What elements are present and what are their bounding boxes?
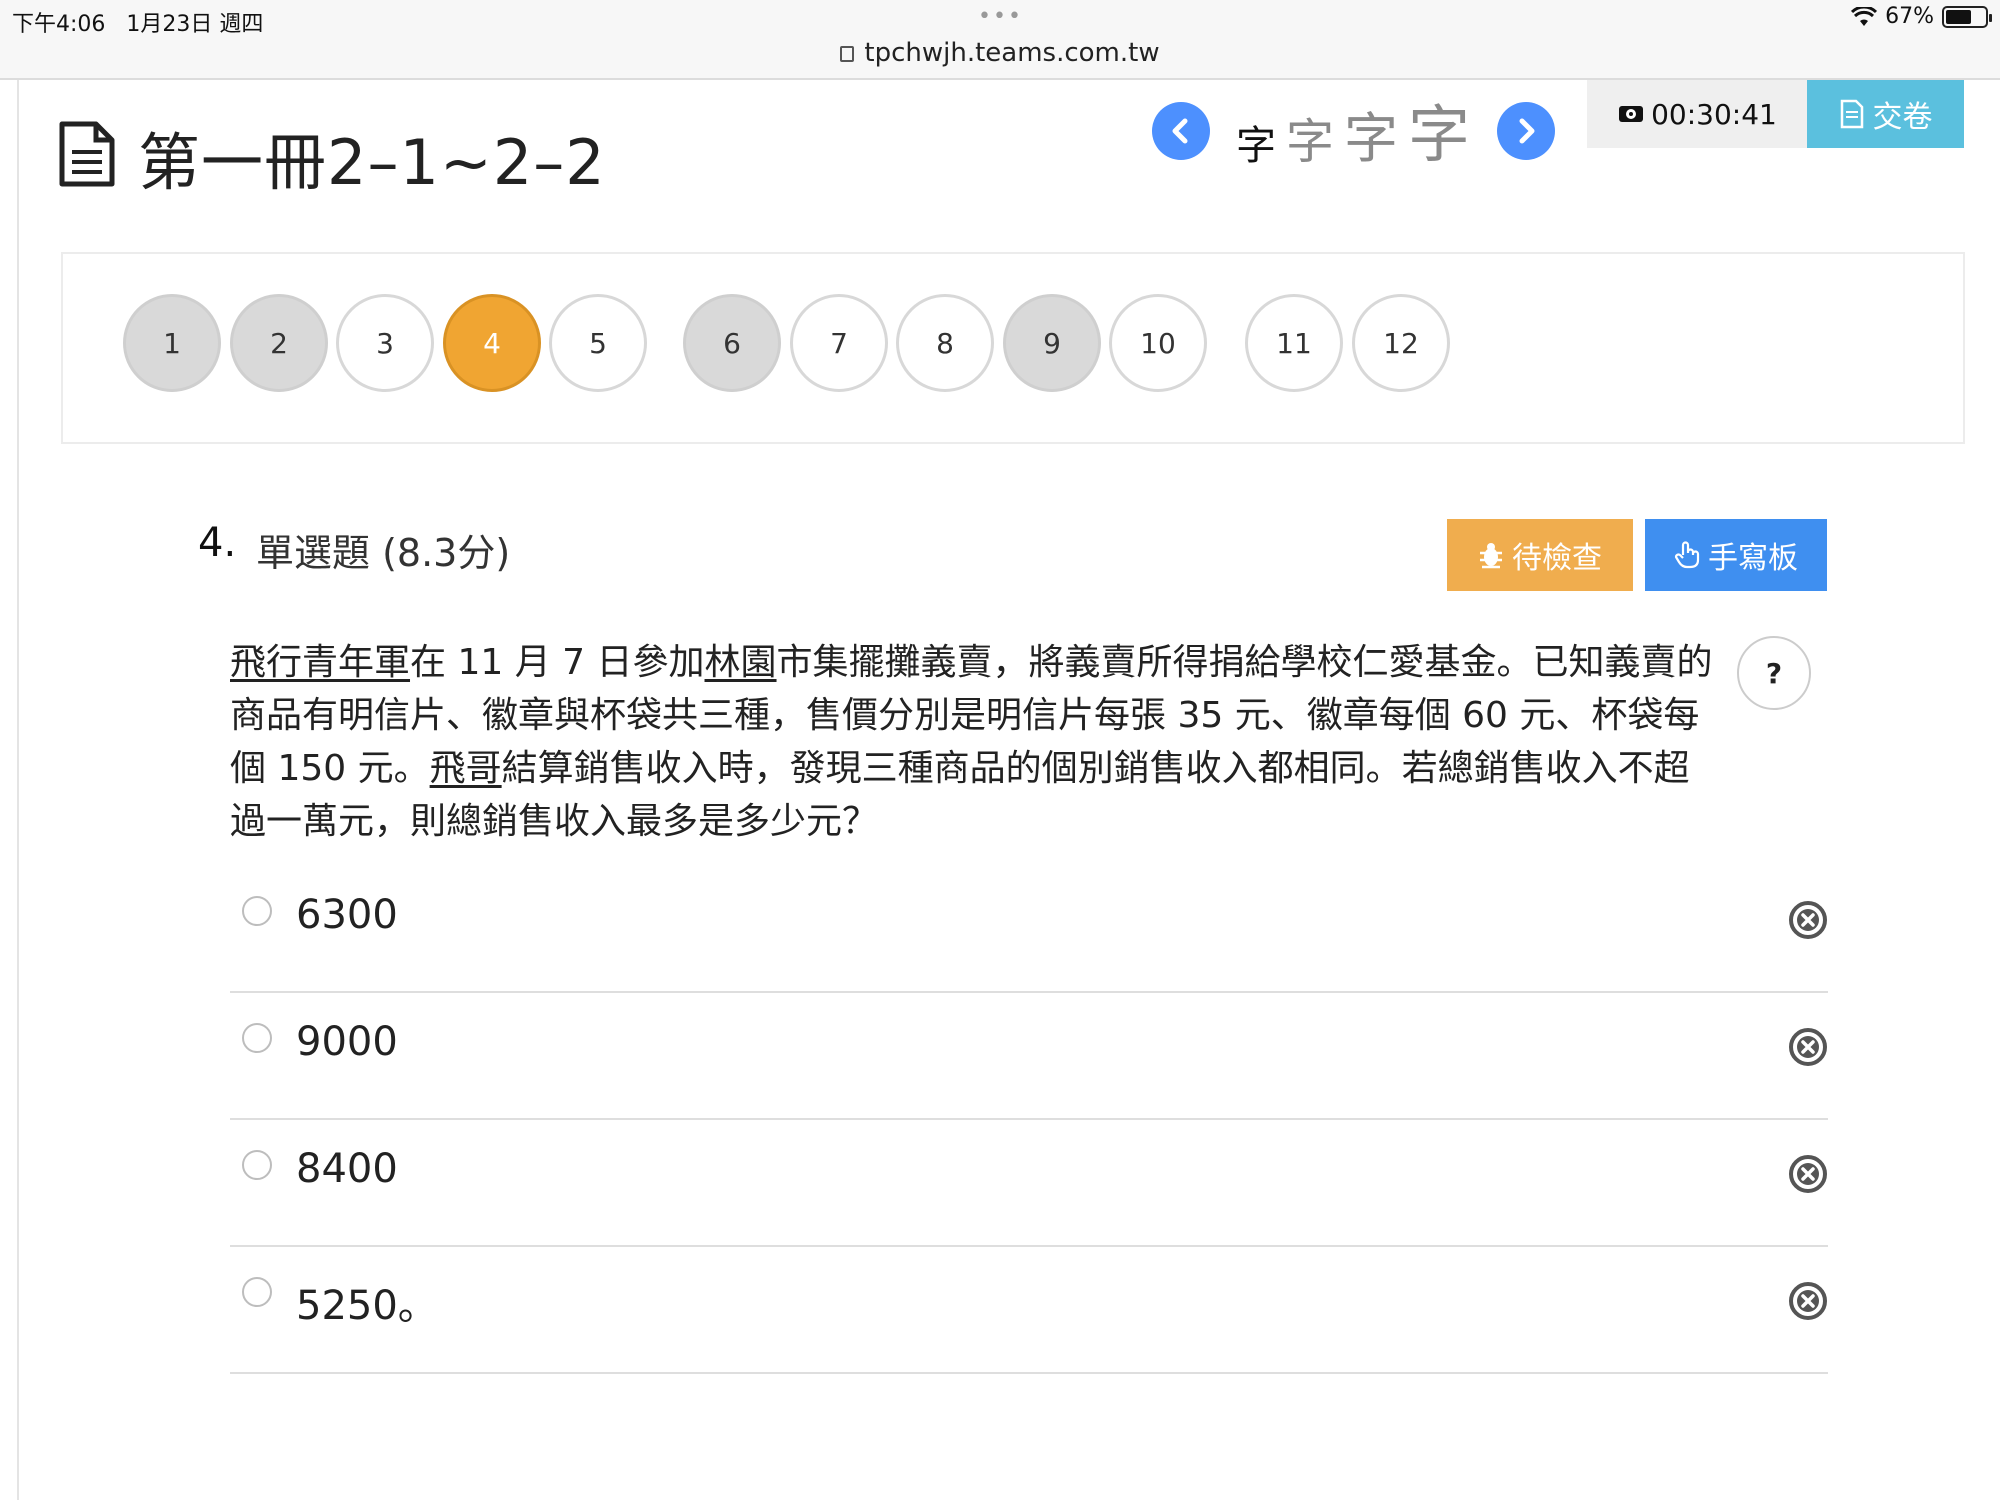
lock-icon [840, 46, 855, 62]
handwriting-label: 手寫板 [1708, 541, 1798, 576]
font-size-1[interactable]: 字 [1236, 126, 1276, 166]
battery-percent: 67% [1885, 4, 1934, 29]
help-button[interactable]: ? [1737, 636, 1811, 710]
question-nav-9[interactable]: 9 [1003, 294, 1101, 392]
page-title: 第一冊2–1~2–2 [138, 126, 606, 199]
eliminate-option-icon[interactable] [1788, 1281, 1828, 1321]
question-type: 單選題 (8.3分) [256, 531, 511, 575]
status-time: 下午4:06 1月23日 週四 [12, 12, 264, 37]
option-label: 5250。 [296, 1283, 438, 1329]
question-nav-4[interactable]: 4 [443, 294, 541, 392]
question-text-underlined: 林園 [704, 642, 777, 683]
option-label: 9000 [296, 1019, 398, 1065]
option-radio[interactable] [242, 1150, 272, 1180]
question-number: 4. [198, 520, 237, 566]
timer-icon [1619, 106, 1644, 122]
chevron-left-icon [1172, 118, 1188, 144]
bug-icon [1480, 543, 1502, 569]
chevron-right-icon [1519, 118, 1535, 144]
font-size-3[interactable]: 字 [1344, 112, 1398, 166]
question-nav-6[interactable]: 6 [683, 294, 781, 392]
status-right: 67% [1851, 4, 1992, 29]
question-text-underlined: 飛哥 [429, 748, 502, 789]
option-radio[interactable] [242, 1023, 272, 1053]
handwriting-button[interactable]: 手寫板 [1645, 519, 1827, 591]
next-question-button[interactable] [1497, 102, 1555, 160]
wifi-icon [1851, 5, 1878, 27]
timer: 00:30:41 [1587, 80, 1807, 148]
question-nav-11[interactable]: 11 [1245, 294, 1343, 392]
option-label: 6300 [296, 892, 398, 938]
question-nav-8[interactable]: 8 [896, 294, 994, 392]
eliminate-option-icon[interactable] [1788, 1154, 1828, 1194]
submit-icon [1840, 99, 1863, 129]
hand-pointer-icon [1674, 541, 1700, 569]
question-nav-7[interactable]: 7 [790, 294, 888, 392]
question-nav-12[interactable]: 12 [1352, 294, 1450, 392]
page-edge [17, 80, 19, 1500]
question-nav-1[interactable]: 1 [123, 294, 221, 392]
url-bar[interactable]: tpchwjh.teams.com.tw [0, 38, 2000, 68]
font-size-4[interactable]: 字 [1408, 104, 1470, 166]
url-text: tpchwjh.teams.com.tw [864, 38, 1160, 68]
mark-review-button[interactable]: 待檢查 [1447, 519, 1633, 591]
submit-label: 交卷 [1872, 100, 1933, 135]
font-size-selector: 字 字 字 字 [1236, 86, 1470, 167]
eliminate-option-icon[interactable] [1788, 1027, 1828, 1067]
option-label: 8400 [296, 1146, 398, 1192]
font-size-2[interactable]: 字 [1286, 118, 1334, 166]
question-text: 飛行青年軍在 11 月 7 日參加林園市集擺攤義賣，將義賣所得捐給學校仁愛基金。… [230, 636, 1720, 848]
question-nav-5[interactable]: 5 [549, 294, 647, 392]
option-row-4[interactable]: 5250。 [230, 1247, 1828, 1374]
question-text-segment: 在 11 月 7 日參加 [410, 642, 705, 683]
timer-value: 00:30:41 [1651, 97, 1777, 131]
question-text-underlined: 飛行青年軍 [230, 642, 411, 683]
option-row-3[interactable]: 8400 [230, 1120, 1828, 1247]
option-radio[interactable] [242, 1277, 272, 1307]
document-icon [58, 120, 116, 188]
status-bar: 下午4:06 1月23日 週四 ••• tpchwjh.teams.com.tw… [0, 0, 2000, 80]
question-nav-3[interactable]: 3 [336, 294, 434, 392]
more-dots-icon[interactable]: ••• [978, 4, 1023, 29]
submit-exam-button[interactable]: 交卷 [1807, 80, 1964, 148]
prev-question-button[interactable] [1152, 102, 1210, 160]
battery-icon [1942, 5, 1992, 28]
option-radio[interactable] [242, 896, 272, 926]
question-nav-2[interactable]: 2 [230, 294, 328, 392]
option-row-2[interactable]: 9000 [230, 993, 1828, 1120]
eliminate-option-icon[interactable] [1788, 900, 1828, 940]
mark-review-label: 待檢查 [1512, 541, 1602, 576]
option-row-1[interactable]: 6300 [230, 866, 1828, 993]
question-nav-10[interactable]: 10 [1109, 294, 1207, 392]
